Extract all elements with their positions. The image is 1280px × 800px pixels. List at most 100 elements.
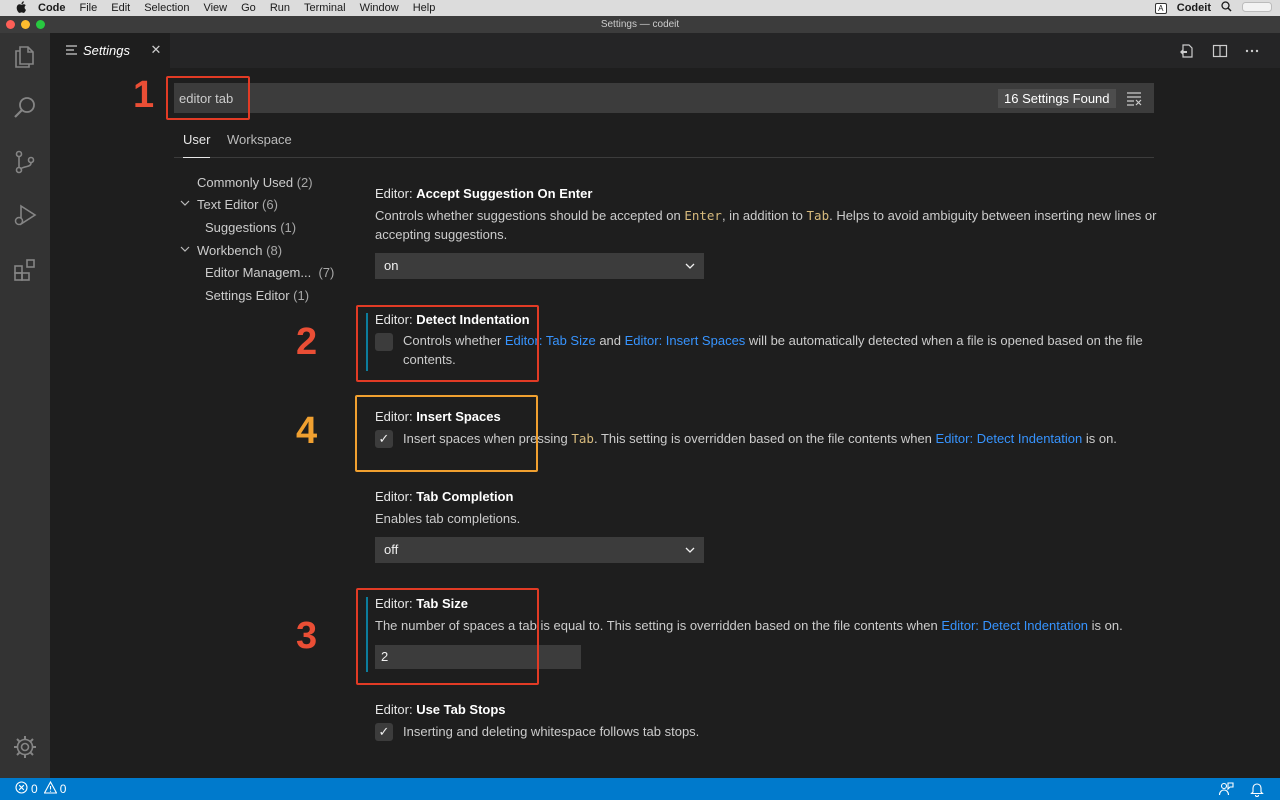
setting-accept-suggestion-title: Editor: Accept Suggestion On Enter [375, 186, 592, 201]
setting-category: Editor: [375, 702, 417, 717]
toc-count: (7) [318, 265, 335, 280]
extensions-icon[interactable] [0, 246, 50, 294]
editor-tab-bar: Settings ✕ [50, 33, 1280, 68]
setting-tab-completion-title: Editor: Tab Completion [375, 489, 513, 504]
link-detect-indentation[interactable]: Editor: Detect Indentation [936, 431, 1083, 446]
accept-suggestion-dropdown[interactable]: on [375, 253, 704, 279]
split-editor-icon[interactable] [1210, 41, 1230, 61]
settings-editor: 16 Settings Found User Workspace Commonl… [50, 68, 1280, 778]
clear-filter-icon[interactable] [1126, 90, 1142, 106]
close-window-button[interactable] [6, 20, 15, 29]
zoom-window-button[interactable] [36, 20, 45, 29]
link-detect-indentation[interactable]: Editor: Detect Indentation [941, 618, 1088, 633]
tab-user[interactable]: User [183, 132, 211, 158]
warning-icon [43, 780, 58, 797]
annotation-box-1 [166, 76, 250, 120]
tab-settings[interactable]: Settings ✕ [50, 33, 170, 68]
setting-accept-suggestion-description: Controls whether suggestions should be a… [375, 208, 1157, 242]
setting-tab-completion-description: Enables tab completions. [375, 511, 521, 526]
apple-icon[interactable] [14, 0, 28, 16]
toc-count: (1) [280, 220, 297, 235]
annotation-number-4: 4 [296, 410, 318, 452]
settings-found-badge: 16 Settings Found [998, 89, 1116, 108]
setting-category: Editor: [375, 186, 417, 201]
activity-bar [0, 33, 50, 778]
toc-count: (6) [262, 197, 278, 212]
toc-editor-management[interactable]: Editor Managem... (7) [205, 265, 334, 280]
toc-count: (8) [266, 243, 283, 258]
tab-completion-dropdown[interactable]: off [375, 537, 704, 563]
spotlight-search-icon[interactable] [1221, 1, 1232, 15]
open-json-icon[interactable] [1177, 41, 1197, 61]
more-actions-icon[interactable] [1242, 41, 1262, 61]
explorer-icon[interactable] [0, 33, 50, 81]
feedback-icon[interactable] [1218, 781, 1234, 800]
problems-indicator[interactable]: 0 0 [15, 780, 67, 797]
window-title: Settings — codeit [600, 19, 680, 30]
toc-label: Workbench [197, 243, 263, 258]
menu-help[interactable]: Help [413, 2, 436, 14]
toc-label: Settings Editor [205, 288, 290, 303]
minimize-window-button[interactable] [21, 20, 30, 29]
use-tab-stops-checkbox[interactable]: ✓ [375, 723, 393, 741]
menu-run[interactable]: Run [270, 2, 290, 14]
menu-terminal[interactable]: Terminal [304, 2, 346, 14]
setting-use-tab-stops-title: Editor: Use Tab Stops [375, 702, 506, 717]
toc-settings-editor[interactable]: Settings Editor (1) [205, 288, 309, 303]
gear-icon[interactable] [0, 723, 50, 771]
toc-label: Text Editor [197, 197, 259, 212]
close-tab-button[interactable]: ✕ [148, 41, 164, 59]
error-count: 0 [31, 782, 38, 796]
menu-window[interactable]: Window [360, 2, 399, 14]
dropdown-value: on [384, 258, 399, 273]
setting-name: Use Tab Stops [416, 702, 506, 717]
toc-text-editor[interactable]: Text Editor (6) [197, 197, 278, 212]
setting-name: Accept Suggestion On Enter [416, 186, 593, 201]
menu-view[interactable]: View [203, 2, 227, 14]
chevron-down-icon [685, 538, 695, 562]
annotation-number-3: 3 [296, 615, 318, 657]
menu-user-name[interactable]: Codeit [1177, 2, 1211, 14]
toc-suggestions[interactable]: Suggestions (1) [205, 220, 296, 235]
run-debug-icon[interactable] [0, 191, 50, 239]
annotation-box-3 [356, 588, 539, 685]
search-icon[interactable] [0, 84, 50, 132]
toc-count: (2) [296, 175, 313, 190]
control-center-icon[interactable] [1242, 1, 1272, 15]
toc-label: Editor Managem... [205, 265, 312, 280]
setting-use-tab-stops-description: Inserting and deleting whitespace follow… [403, 724, 700, 739]
annotation-number-1: 1 [133, 74, 155, 116]
menu-go[interactable]: Go [241, 2, 256, 14]
toc-count: (1) [293, 288, 310, 303]
annotation-box-2 [356, 305, 539, 382]
menu-bar: Code File Edit Selection View Go Run Ter… [0, 0, 1280, 16]
toc-label: Suggestions [205, 220, 277, 235]
annotation-number-2: 2 [296, 321, 318, 363]
input-source-indicator[interactable]: A [1154, 2, 1167, 14]
settings-file-icon [66, 42, 77, 60]
link-insert-spaces[interactable]: Editor: Insert Spaces [625, 333, 746, 348]
annotation-box-4 [355, 395, 538, 472]
settings-scope-tabs: User Workspace [174, 126, 1154, 158]
toc-label: Commonly Used [197, 175, 294, 190]
tab-label: Settings [83, 43, 130, 58]
bell-icon[interactable] [1250, 781, 1264, 800]
menu-selection[interactable]: Selection [144, 2, 189, 14]
status-bar: 0 0 [0, 778, 1280, 800]
error-icon [15, 781, 28, 797]
menu-app-name[interactable]: Code [38, 2, 66, 14]
warning-count: 0 [59, 782, 67, 796]
chevron-down-icon[interactable] [180, 245, 190, 256]
menu-edit[interactable]: Edit [111, 2, 130, 14]
menu-file[interactable]: File [80, 2, 98, 14]
chevron-down-icon[interactable] [180, 199, 190, 210]
settings-search-input[interactable] [179, 87, 879, 109]
toc-workbench[interactable]: Workbench (8) [197, 243, 282, 258]
toc-commonly-used[interactable]: Commonly Used (2) [197, 175, 313, 190]
setting-category: Editor: [375, 489, 417, 504]
settings-search-box: 16 Settings Found [174, 83, 1154, 113]
tab-workspace[interactable]: Workspace [227, 132, 292, 158]
window-title-bar: Settings — codeit [0, 16, 1280, 33]
source-control-icon[interactable] [0, 138, 50, 186]
chevron-down-icon [685, 254, 695, 278]
